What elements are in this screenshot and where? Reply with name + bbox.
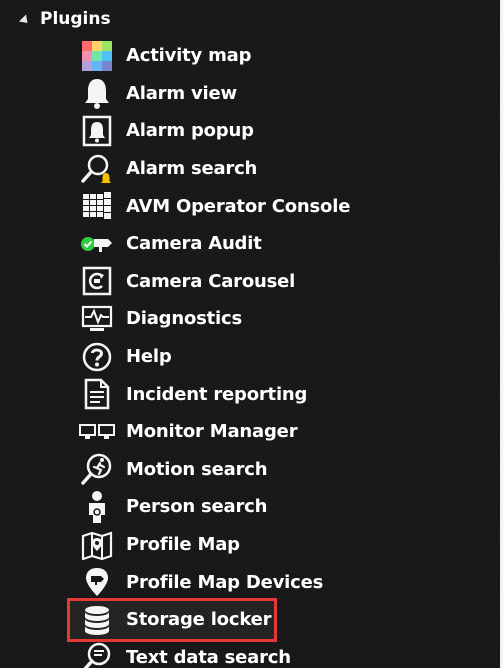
tree-group-plugins[interactable]: Plugins bbox=[18, 6, 111, 32]
tree-item-label: Alarm view bbox=[126, 82, 237, 104]
tree-item-profile-map[interactable]: Profile Map bbox=[76, 526, 350, 564]
tree-item-label: Storage locker bbox=[126, 609, 272, 631]
tree-item-avm-operator-console[interactable]: AVM Operator Console bbox=[76, 187, 350, 225]
document-icon bbox=[76, 377, 118, 411]
tree-item-storage-locker[interactable]: Storage locker bbox=[67, 597, 277, 642]
tree-item-camera-audit[interactable]: Camera Audit bbox=[76, 225, 350, 263]
tree-item-label: Camera Carousel bbox=[126, 270, 296, 292]
expand-caret-icon[interactable] bbox=[18, 13, 32, 27]
tree-item-activity-map[interactable]: Activity map bbox=[76, 37, 350, 75]
tree-item-label: Alarm search bbox=[126, 158, 258, 180]
tree-item-label: Help bbox=[126, 346, 172, 368]
tree-item-label: Activity map bbox=[126, 45, 252, 67]
tree-group-label: Plugins bbox=[40, 9, 111, 29]
tree-item-label: Camera Audit bbox=[126, 233, 262, 255]
tree-item-alarm-popup[interactable]: Alarm popup bbox=[76, 112, 350, 150]
tree-item-incident-reporting[interactable]: Incident reporting bbox=[76, 375, 350, 413]
motion-search-icon bbox=[76, 452, 118, 486]
grid-console-icon bbox=[76, 189, 118, 223]
camera-carousel-icon bbox=[76, 264, 118, 298]
tree-item-camera-carousel[interactable]: Camera Carousel bbox=[76, 263, 350, 301]
tree-item-label: Monitor Manager bbox=[126, 421, 298, 443]
help-icon bbox=[76, 340, 118, 374]
alarm-search-icon bbox=[76, 152, 118, 186]
text-search-icon bbox=[76, 640, 118, 668]
tree-item-diagnostics[interactable]: Diagnostics bbox=[76, 300, 350, 338]
tree-item-profile-map-devices[interactable]: Profile Map Devices bbox=[76, 563, 350, 601]
tree-item-alarm-search[interactable]: Alarm search bbox=[76, 150, 350, 188]
map-devices-icon bbox=[76, 565, 118, 599]
tree-item-label: Text data search bbox=[126, 646, 291, 668]
camera-audit-icon bbox=[76, 227, 118, 261]
tree-item-motion-search[interactable]: Motion search bbox=[76, 451, 350, 489]
database-icon bbox=[76, 603, 118, 637]
alarm-popup-icon bbox=[76, 114, 118, 148]
tree-item-label: Incident reporting bbox=[126, 383, 308, 405]
tree-item-label: Person search bbox=[126, 496, 268, 518]
tree-item-alarm-view[interactable]: Alarm view bbox=[76, 75, 350, 113]
tree-item-label: Profile Map Devices bbox=[126, 571, 324, 593]
monitors-icon bbox=[76, 415, 118, 449]
person-icon bbox=[76, 490, 118, 524]
diagnostics-icon bbox=[76, 302, 118, 336]
tree-item-monitor-manager[interactable]: Monitor Manager bbox=[76, 413, 350, 451]
plugins-list: Activity map Alarm view Alarm popup Alar… bbox=[67, 37, 350, 668]
tree-item-person-search[interactable]: Person search bbox=[76, 488, 350, 526]
tree-item-label: Motion search bbox=[126, 458, 268, 480]
activity-map-icon bbox=[76, 39, 118, 73]
tree-item-text-data-search[interactable]: Text data search bbox=[76, 639, 350, 668]
bell-icon bbox=[76, 76, 118, 110]
tree-item-label: Diagnostics bbox=[126, 308, 242, 330]
plugins-tree-panel: Plugins Activity map Alarm view Alarm po… bbox=[0, 0, 503, 668]
map-icon bbox=[76, 528, 118, 562]
tree-item-label: AVM Operator Console bbox=[126, 195, 351, 217]
tree-item-label: Alarm popup bbox=[126, 120, 254, 142]
tree-item-label: Profile Map bbox=[126, 534, 240, 556]
tree-item-help[interactable]: Help bbox=[76, 338, 350, 376]
